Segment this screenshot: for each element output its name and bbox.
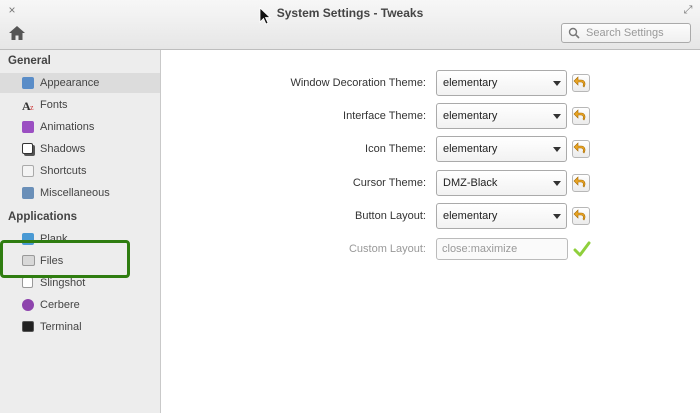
mouse-pointer-icon bbox=[259, 7, 272, 25]
sidebar-item-miscellaneous[interactable]: Miscellaneous bbox=[0, 183, 160, 203]
sidebar-item-label: Animations bbox=[40, 121, 95, 133]
animations-icon bbox=[22, 121, 34, 133]
cursor-theme-select[interactable]: DMZ-Black bbox=[436, 170, 567, 196]
appearance-icon bbox=[22, 77, 34, 89]
revert-button[interactable] bbox=[572, 207, 590, 225]
checkmark-icon bbox=[573, 240, 591, 258]
label-cursor-theme: Cursor Theme: bbox=[352, 177, 426, 189]
shortcuts-icon bbox=[22, 165, 34, 177]
sidebar-item-terminal[interactable]: Terminal bbox=[0, 317, 160, 337]
home-icon[interactable] bbox=[8, 24, 26, 42]
select-value: elementary bbox=[443, 143, 498, 155]
label-interface-theme: Interface Theme: bbox=[343, 110, 426, 122]
label-icon-theme: Icon Theme: bbox=[365, 143, 426, 155]
revert-icon bbox=[573, 76, 586, 88]
cerbere-icon bbox=[22, 299, 34, 311]
select-value: elementary bbox=[443, 110, 498, 122]
sidebar-item-label: Miscellaneous bbox=[40, 187, 110, 199]
revert-button[interactable] bbox=[572, 140, 590, 158]
section-heading-general: General bbox=[8, 55, 51, 67]
icon-theme-select[interactable]: elementary bbox=[436, 136, 567, 162]
select-value: DMZ-Black bbox=[443, 177, 498, 189]
miscellaneous-icon bbox=[22, 187, 34, 199]
chevron-down-icon bbox=[552, 211, 562, 221]
search-icon bbox=[568, 27, 580, 39]
sidebar-item-label: Fonts bbox=[40, 99, 68, 111]
shadows-icon bbox=[22, 143, 33, 154]
chevron-down-icon bbox=[552, 178, 562, 188]
sidebar-item-label: Slingshot bbox=[40, 277, 86, 289]
sidebar-item-shadows[interactable]: Shadows bbox=[0, 139, 160, 159]
chevron-down-icon bbox=[552, 111, 562, 121]
sidebar-item-animations[interactable]: Animations bbox=[0, 117, 160, 137]
window-decoration-theme-select[interactable]: elementary bbox=[436, 70, 567, 96]
svg-text:z: z bbox=[30, 103, 34, 111]
fonts-icon: Az bbox=[22, 99, 36, 113]
revert-icon bbox=[573, 109, 586, 121]
sidebar-item-shortcuts[interactable]: Shortcuts bbox=[0, 161, 160, 181]
settings-window: × System Settings - Tweaks ⤢ Search Sett… bbox=[0, 0, 700, 413]
sidebar-item-label: Terminal bbox=[40, 321, 82, 333]
sidebar: General Appearance Az Fonts Animations S… bbox=[0, 50, 161, 413]
sidebar-item-label: Shadows bbox=[40, 143, 86, 155]
sidebar-item-cerbere[interactable]: Cerbere bbox=[0, 295, 160, 315]
revert-button[interactable] bbox=[572, 74, 590, 92]
annotation-highlight-box bbox=[0, 240, 130, 278]
sidebar-item-fonts[interactable]: Az Fonts bbox=[0, 95, 160, 115]
revert-icon bbox=[573, 209, 586, 221]
revert-button[interactable] bbox=[572, 174, 590, 192]
terminal-icon bbox=[22, 321, 34, 332]
titlebar: × System Settings - Tweaks ⤢ Search Sett… bbox=[0, 0, 700, 50]
label-button-layout: Button Layout: bbox=[355, 210, 426, 222]
sidebar-item-label: Appearance bbox=[40, 77, 100, 89]
sidebar-item-label: Cerbere bbox=[40, 299, 80, 311]
section-heading-applications: Applications bbox=[8, 211, 78, 223]
sidebar-item-label: Shortcuts bbox=[40, 165, 87, 177]
interface-theme-select[interactable]: elementary bbox=[436, 103, 567, 129]
revert-button[interactable] bbox=[572, 107, 590, 125]
sidebar-item-appearance[interactable]: Appearance bbox=[0, 73, 160, 93]
chevron-down-icon bbox=[552, 144, 562, 154]
label-custom-layout: Custom Layout: bbox=[348, 243, 426, 255]
revert-icon bbox=[573, 176, 586, 188]
custom-layout-value: close:maximize bbox=[442, 243, 518, 255]
chevron-down-icon bbox=[552, 78, 562, 88]
search-input[interactable]: Search Settings bbox=[561, 23, 691, 43]
maximize-button[interactable]: ⤢ bbox=[682, 4, 694, 16]
revert-icon bbox=[573, 142, 586, 154]
select-value: elementary bbox=[443, 210, 498, 222]
select-value: elementary bbox=[443, 77, 498, 89]
button-layout-select[interactable]: elementary bbox=[436, 203, 567, 229]
window-title: System Settings - Tweaks bbox=[276, 6, 424, 20]
label-window-decoration-theme: Window Decoration Theme: bbox=[290, 77, 426, 89]
custom-layout-input[interactable]: close:maximize bbox=[436, 238, 568, 260]
search-placeholder: Search Settings bbox=[586, 27, 664, 39]
slingshot-icon bbox=[22, 277, 33, 288]
